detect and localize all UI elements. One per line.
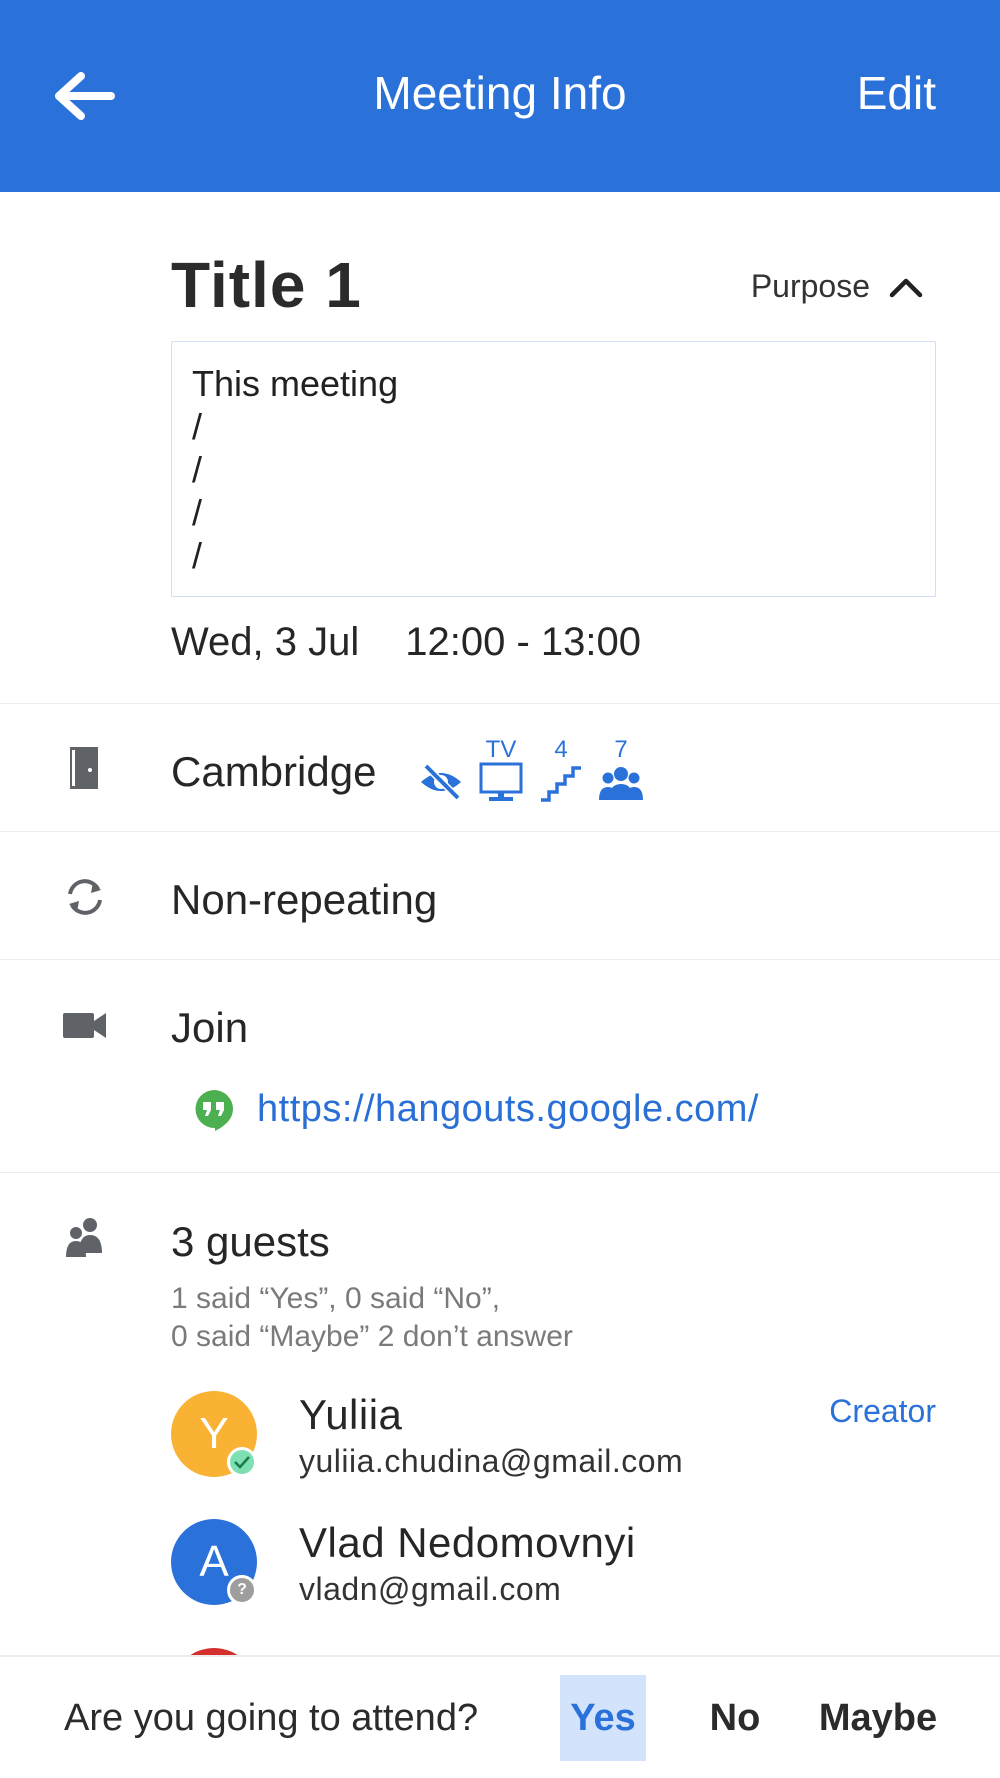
- tv-monitor-icon: [479, 762, 523, 801]
- tv-label: TV: [485, 736, 517, 763]
- divider: [0, 959, 1000, 960]
- edit-button[interactable]: Edit: [857, 66, 936, 120]
- repeat-icon: [68, 879, 102, 915]
- status-accepted-icon: [227, 1447, 257, 1477]
- divider: [0, 831, 1000, 832]
- tv-amenity: TV: [478, 738, 524, 802]
- capacity-number: 7: [614, 736, 628, 763]
- avatar-initial: A: [199, 1537, 229, 1586]
- purpose-text: This meeting / / / /: [171, 341, 936, 597]
- meeting-date: Wed, 3 Jul: [171, 620, 360, 664]
- meeting-title: Title 1: [171, 249, 362, 321]
- rsvp-no-button[interactable]: No: [700, 1675, 770, 1761]
- join-label: Join: [171, 1004, 249, 1051]
- purpose-label: Purpose: [750, 268, 870, 304]
- chevron-up-icon: [889, 278, 923, 297]
- rsvp-summary: 1 said “Yes”, 0 said “No”, 0 said “Maybe…: [171, 1280, 573, 1356]
- divider: [0, 1172, 1000, 1173]
- rsvp-summary-line: 0 said “Maybe” 2 don’t answer: [171, 1320, 573, 1353]
- guest-item[interactable]: A ? Vlad Nedomovnyi vladn@gmail.com: [171, 1519, 936, 1609]
- app-bar: Meeting Info Edit: [0, 0, 1000, 192]
- rsvp-maybe-button[interactable]: Maybe: [816, 1675, 940, 1761]
- guest-email: yuliia.chudina@gmail.com: [299, 1443, 684, 1479]
- hangouts-icon: [195, 1090, 233, 1131]
- guest-email: vladn@gmail.com: [299, 1571, 562, 1607]
- rsvp-question: Are you going to attend?: [64, 1697, 479, 1739]
- guest-name: Vlad Nedomovnyi: [299, 1519, 636, 1566]
- guest-count: 3 guests: [171, 1218, 330, 1265]
- page-title: Meeting Info: [373, 67, 627, 119]
- hangouts-link[interactable]: https://hangouts.google.com/: [257, 1088, 759, 1131]
- avatar-initial: Y: [199, 1409, 229, 1458]
- capacity-amenity: 7: [598, 738, 644, 802]
- stairs-icon: [541, 766, 581, 802]
- guest-item[interactable]: Y Yuliia yuliia.chudina@gmail.com Creato…: [171, 1391, 936, 1481]
- meeting-time: 12:00 - 13:00: [405, 620, 641, 664]
- recurrence-label[interactable]: Non-repeating: [171, 876, 437, 924]
- status-unknown-icon: ?: [227, 1575, 257, 1605]
- people-icon: [66, 1218, 102, 1257]
- floor-number: 4: [554, 736, 568, 763]
- door-icon: [70, 747, 98, 789]
- rsvp-yes-button[interactable]: Yes: [560, 1675, 646, 1761]
- floor-amenity: 4: [538, 738, 584, 802]
- private-amenity: [418, 738, 464, 802]
- meeting-datetime: Wed, 3 Jul 12:00 - 13:00: [171, 620, 641, 665]
- guest-name: Yuliia: [299, 1391, 403, 1438]
- room-amenities: TV 4 7: [418, 738, 644, 802]
- video-camera-icon: [63, 1013, 106, 1038]
- room-name[interactable]: Cambridge: [171, 748, 376, 796]
- group-icon: [599, 767, 643, 800]
- creator-badge: Creator: [829, 1393, 936, 1429]
- divider: [0, 703, 1000, 704]
- visibility-off-icon: [421, 763, 461, 801]
- purpose-toggle[interactable]: Purpose: [751, 268, 924, 305]
- rsvp-bar: Are you going to attend? Yes No Maybe: [0, 1655, 1000, 1778]
- rsvp-summary-line: 1 said “Yes”, 0 said “No”,: [171, 1282, 501, 1315]
